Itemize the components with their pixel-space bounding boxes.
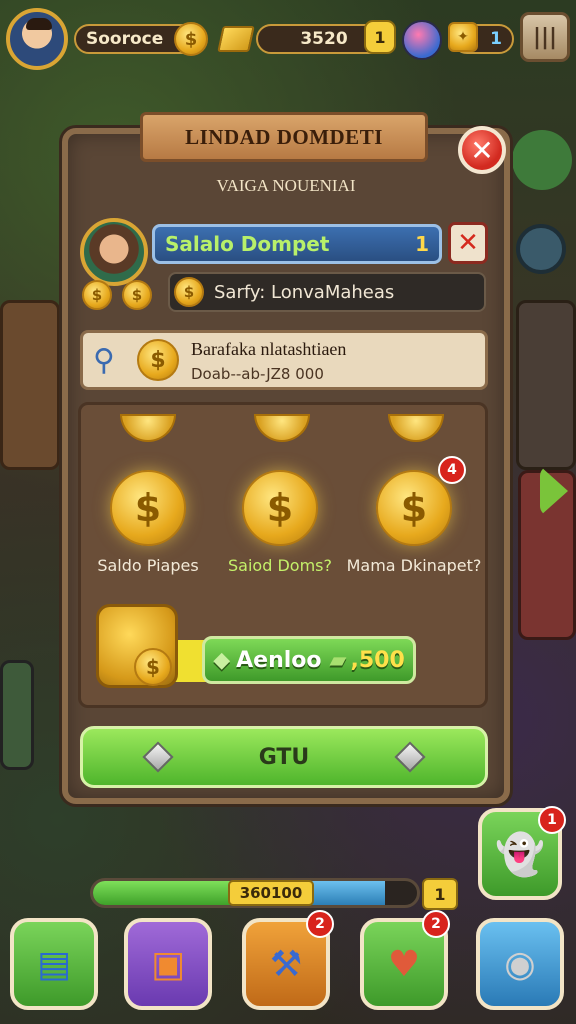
- user-status-bar: $ Sarfy: LonvaMaheas: [168, 272, 486, 312]
- ghost-icon: 👻: [495, 831, 545, 878]
- tools-icon: ⚒: [269, 943, 303, 985]
- gift-icon: ♥: [387, 943, 421, 985]
- coin-option-1[interactable]: $: [110, 470, 186, 546]
- puzzle-icon: ✦: [448, 22, 478, 52]
- coin-option-3[interactable]: $: [376, 470, 452, 546]
- progress-level-value: 1: [434, 884, 446, 904]
- pot-icon: ◉: [504, 943, 536, 985]
- player-name: Sooroce: [86, 29, 164, 49]
- user-row: Salalo Dompet 1 ✕ $ $ $ Sarfy: LonvaMahe…: [80, 218, 490, 318]
- inventory-button[interactable]: ▤: [10, 918, 98, 1010]
- reward-amount: ,500: [350, 647, 405, 673]
- close-icon[interactable]: ✕: [458, 126, 506, 174]
- ghost-button-badge: 1: [538, 806, 566, 834]
- cash-icon: ▰: [329, 647, 347, 673]
- progress-level-marker: 1: [422, 878, 458, 910]
- gift-button-badge: 2: [422, 910, 450, 938]
- coin-option-3-label: Mama Dkinapet?: [346, 556, 482, 575]
- background-barrel: [0, 660, 34, 770]
- globe-icon[interactable]: [402, 20, 442, 60]
- info-title: Barafaka nlatashtiaen: [191, 339, 347, 359]
- top-bar: Sooroce $ 3520 1 1 ✦ |||: [6, 8, 570, 70]
- user-level: 1: [415, 232, 429, 256]
- info-subtitle: Doab--ab-JZ8 000: [191, 365, 324, 383]
- player-avatar[interactable]: [6, 8, 68, 70]
- tools-button-badge: 2: [306, 910, 334, 938]
- go-button-label: GTU: [258, 744, 310, 770]
- inventory-icon: ▤: [36, 943, 71, 985]
- coin-option-2[interactable]: $: [242, 470, 318, 546]
- dialog-subtitle: VAIGA NOUENIAI: [216, 176, 356, 195]
- diamond-left-icon: [142, 741, 174, 773]
- progress-label: 360100: [228, 880, 314, 906]
- coin-icon: $: [137, 339, 179, 381]
- coin-option-3-badge: 4: [438, 456, 466, 484]
- info-box: ⚲ $ Barafaka nlatashtiaen Doab--ab-JZ8 0…: [80, 330, 488, 390]
- background-bush: [512, 130, 572, 190]
- level-value: 1: [374, 27, 386, 47]
- coin-option-2-label: Saiod Doms?: [228, 556, 332, 575]
- gem-icon: ◆: [213, 647, 231, 673]
- reward-text: Aenloo: [236, 647, 322, 673]
- pot-button[interactable]: ◉: [476, 918, 564, 1010]
- coin-icon: $: [122, 280, 152, 310]
- user-name: Salalo Dompet: [165, 232, 330, 256]
- coin-icon: $: [134, 648, 172, 686]
- coin-icon: $: [174, 22, 208, 56]
- coin-icon: $: [82, 280, 112, 310]
- key-icon: ⚲: [93, 343, 115, 378]
- user-name-bar: Salalo Dompet 1: [152, 224, 442, 264]
- coin-amount: 3520: [300, 29, 348, 49]
- cards-button[interactable]: ▣: [124, 918, 212, 1010]
- gem-count: 1: [490, 29, 502, 49]
- coin-option-1-label: Saldo Piapes: [97, 556, 199, 575]
- reward-bar[interactable]: ◆ Aenloo ▰ ,500: [202, 636, 416, 684]
- user-avatar[interactable]: [80, 218, 148, 286]
- cards-icon: ▣: [150, 943, 185, 985]
- user-status-text: Sarfy: LonvaMaheas: [214, 281, 395, 303]
- dialog-title: LINDAD DOMDETI: [140, 112, 428, 162]
- go-button[interactable]: GTU: [80, 726, 488, 788]
- background-crate-right: [516, 300, 576, 470]
- background-wheel: [516, 224, 566, 274]
- gold-bar-icon: [217, 26, 255, 52]
- level-box: 1: [364, 20, 396, 54]
- coin-icon: $: [174, 277, 204, 307]
- remove-user-button[interactable]: ✕: [448, 222, 488, 264]
- background-crate-left: [0, 300, 60, 470]
- pause-icon[interactable]: |||: [520, 12, 570, 62]
- diamond-right-icon: [394, 741, 426, 773]
